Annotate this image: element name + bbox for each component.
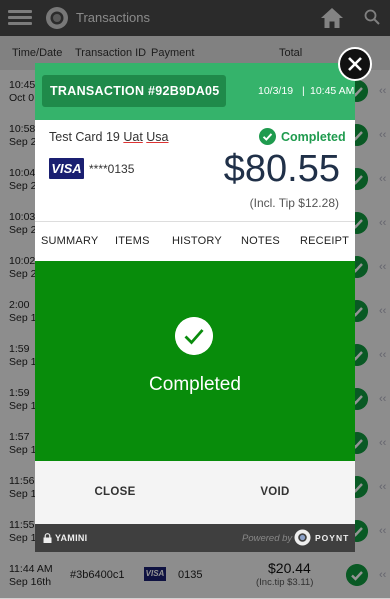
tab-summary[interactable]: SUMMARY [41,235,98,247]
tab-receipt[interactable]: RECEIPT [300,235,349,247]
transaction-amount: $80.55 [223,148,340,190]
tab-notes[interactable]: NOTES [241,235,280,247]
visa-card-icon: VISA [49,158,84,179]
status-text: Completed [281,130,346,144]
status-panel: Completed [35,261,355,461]
modal-header: TRANSACTION #92B9DA05 10/3/19 | 10:45 AM [35,63,355,120]
tab-history[interactable]: HISTORY [172,235,222,247]
transaction-detail-modal: TRANSACTION #92B9DA05 10/3/19 | 10:45 AM… [35,63,355,552]
powered-by-text: Powered by [242,533,293,544]
modal-footer: YAMINI Powered by POYNT [35,524,355,552]
tip-amount: (Incl. Tip $12.28) [249,196,339,210]
check-circle-icon [175,317,213,355]
void-button[interactable]: VOID [195,461,355,524]
close-button[interactable]: CLOSE [35,461,195,524]
logged-in-user: YAMINI [55,533,88,543]
check-circle-icon [259,128,276,145]
transaction-time: 10:45 AM [310,85,355,97]
poynt-logo-icon [294,529,311,546]
lock-icon [43,533,52,543]
modal-actions: CLOSE VOID [35,461,355,524]
detail-tabs: SUMMARY ITEMS HISTORY NOTES RECEIPT [35,221,355,262]
masked-card-number: ****0135 [89,162,135,176]
tab-items[interactable]: ITEMS [115,235,150,247]
card-holder-name: Test Card 19 Uat Usa [49,130,169,144]
transaction-date: 10/3/19 [258,85,294,97]
brand-name: POYNT [315,533,350,543]
close-icon[interactable] [338,47,372,81]
transaction-id-badge: TRANSACTION #92B9DA05 [42,75,226,107]
date-time-separator: | [302,85,305,97]
status-panel-text: Completed [149,374,241,395]
